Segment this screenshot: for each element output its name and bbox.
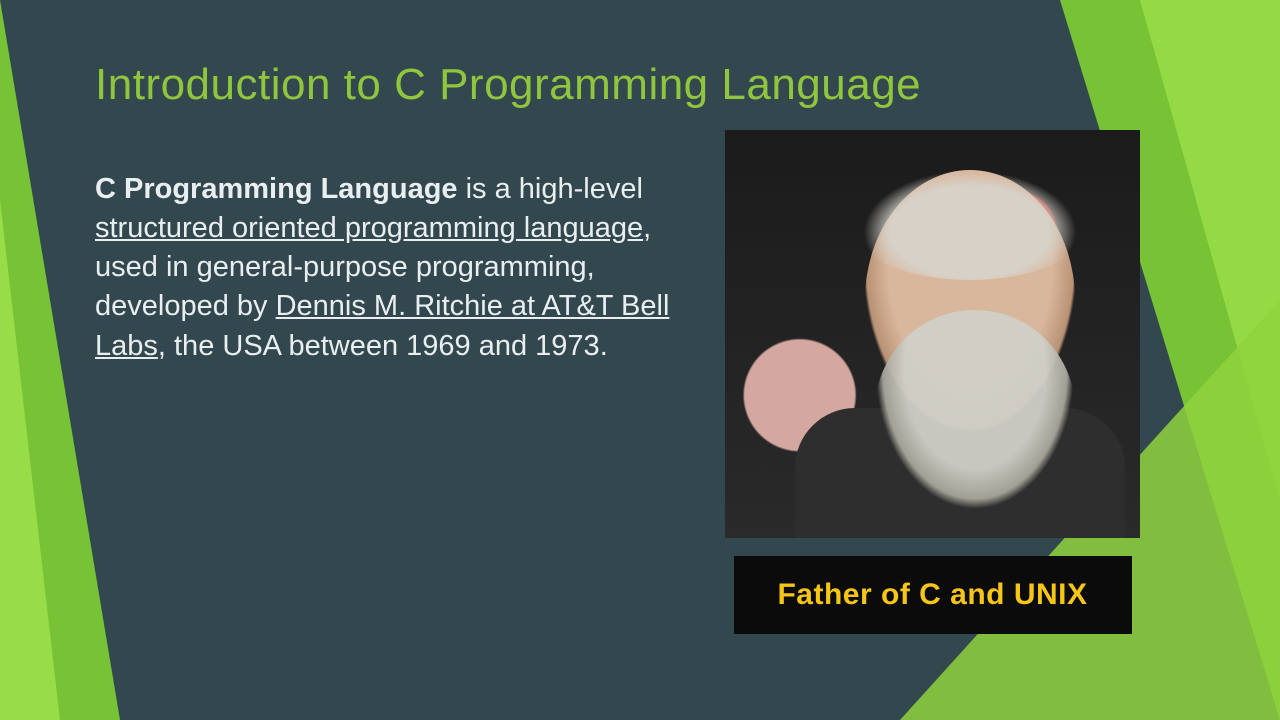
- caption-text: Father of C and UNIX: [777, 578, 1087, 611]
- portrait-image: [725, 130, 1140, 538]
- caption-box: Father of C and UNIX: [734, 556, 1132, 634]
- media-column: Father of C and UNIX: [725, 130, 1140, 634]
- lead-bold: C Programming Language: [95, 173, 458, 205]
- underline-1: structured oriented programming language: [95, 212, 643, 244]
- slide: Introduction to C Programming Language C…: [0, 0, 1280, 720]
- slide-content: C Programming Language is a high-level s…: [95, 170, 1185, 634]
- slide-title: Introduction to C Programming Language: [95, 60, 1185, 110]
- body-text: C Programming Language is a high-level s…: [95, 170, 685, 366]
- seg3: , the USA between 1969 and 1973.: [158, 330, 608, 362]
- seg1: is a high-level: [458, 173, 643, 205]
